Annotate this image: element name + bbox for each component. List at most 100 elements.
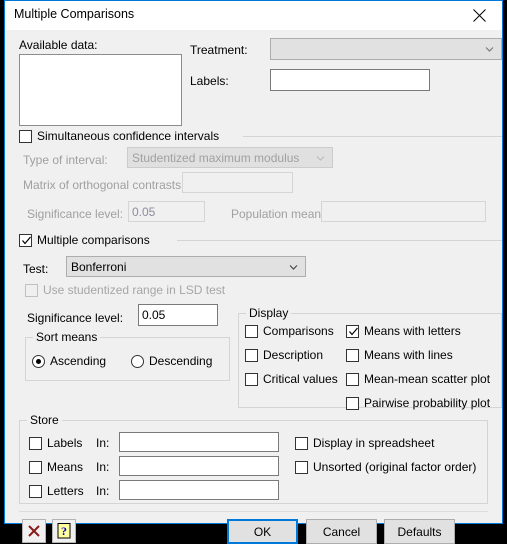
sort-means-ascending-label: Ascending <box>50 354 107 368</box>
ok-button[interactable]: OK <box>227 519 298 544</box>
display-description-label: Description <box>263 348 324 362</box>
treatment-label: Treatment: <box>190 43 248 57</box>
display-mean-mean-scatter-plot-label: Mean-mean scatter plot <box>364 372 491 386</box>
checkbox-box <box>29 484 42 498</box>
chevron-down-icon <box>316 153 325 162</box>
test-label: Test: <box>23 262 49 276</box>
help-icon-button[interactable]: ? <box>52 519 76 543</box>
display-comparisons-checkbox[interactable]: Comparisons <box>245 324 334 338</box>
display-critical-values-label: Critical values <box>263 372 338 386</box>
type-of-interval-value: Studentized maximum modulus <box>132 151 300 165</box>
sort-means-descending-radio[interactable]: Descending <box>131 354 212 368</box>
store-labels-label: Labels <box>47 436 83 450</box>
available-data-label: Available data: <box>19 38 98 52</box>
display-in-spreadsheet-label: Display in spreadsheet <box>313 436 435 450</box>
dialog-window: Multiple Comparisons Available data: Tre… <box>4 0 503 544</box>
checkbox-box <box>346 324 359 338</box>
radio-dot <box>36 358 41 364</box>
store-means-in-label: In: <box>96 460 110 474</box>
checkbox-box <box>346 372 359 386</box>
type-of-interval-label: Type of interval: <box>23 153 108 167</box>
display-comparisons-label: Comparisons <box>263 324 334 338</box>
matrix-contrasts-input <box>182 172 293 193</box>
checkbox-box <box>346 396 359 410</box>
store-labels-input[interactable] <box>119 432 279 452</box>
check-icon <box>348 326 359 337</box>
ci-significance-level-input: 0.05 <box>128 201 205 222</box>
checkbox-box <box>29 436 42 450</box>
display-pairwise-probability-plot-checkbox[interactable]: Pairwise probability plot <box>346 396 490 410</box>
checkbox-box <box>19 129 32 143</box>
display-pairwise-probability-plot-label: Pairwise probability plot <box>364 396 491 410</box>
labels-input[interactable] <box>270 69 430 91</box>
type-of-interval-combobox: Studentized maximum modulus <box>127 147 333 168</box>
defaults-button[interactable]: Defaults <box>384 519 455 544</box>
display-mean-mean-scatter-plot-checkbox[interactable]: Mean-mean scatter plot <box>346 372 490 386</box>
population-mean-input <box>321 201 486 222</box>
cancel-button[interactable]: Cancel <box>306 519 377 544</box>
chevron-down-icon <box>485 45 494 54</box>
store-letters-input[interactable] <box>119 480 279 500</box>
display-means-with-lines-checkbox[interactable]: Means with lines <box>346 348 453 362</box>
store-letters-in-label: In: <box>96 484 110 498</box>
sort-means-title: Sort means <box>33 330 101 344</box>
unsorted-original-factor-order-label: Unsorted (original factor order) <box>313 460 477 474</box>
unsorted-original-factor-order-checkbox[interactable]: Unsorted (original factor order) <box>295 460 476 474</box>
checkbox-box <box>295 460 308 474</box>
help-question-icon: ? <box>57 523 70 539</box>
store-title: Store <box>27 413 62 427</box>
footer-separator <box>19 511 488 512</box>
radio-circle <box>131 354 144 368</box>
svg-text:?: ? <box>61 524 67 538</box>
section-rule-confidence <box>243 136 502 137</box>
display-means-with-lines-label: Means with lines <box>364 348 453 362</box>
store-labels-checkbox[interactable]: Labels <box>29 436 82 450</box>
red-x-icon-button[interactable] <box>22 519 46 543</box>
store-labels-in-label: In: <box>96 436 110 450</box>
store-letters-label: Letters <box>47 484 84 498</box>
test-combobox[interactable]: Bonferroni <box>66 256 306 277</box>
sort-means-ascending-radio[interactable]: Ascending <box>32 354 106 368</box>
dialog-title: Multiple Comparisons <box>14 7 135 21</box>
checkbox-box <box>295 436 308 450</box>
treatment-combobox[interactable] <box>270 38 502 60</box>
use-studentized-range-checkbox: Use studentized range in LSD test <box>25 283 225 297</box>
dialog-body: Available data: Treatment: Labels: Simul… <box>5 30 502 544</box>
display-means-with-letters-label: Means with letters <box>364 324 461 338</box>
sort-means-descending-label: Descending <box>149 354 213 368</box>
simultaneous-confidence-intervals-checkbox[interactable]: Simultaneous confidence intervals <box>19 129 219 143</box>
checkbox-box <box>25 283 38 297</box>
use-studentized-range-label: Use studentized range in LSD test <box>43 283 226 297</box>
test-value: Bonferroni <box>71 260 127 274</box>
available-data-listbox[interactable] <box>19 54 182 126</box>
checkbox-box <box>245 324 258 338</box>
store-means-input[interactable] <box>119 456 279 476</box>
section-rule-multiple <box>177 240 502 241</box>
checkbox-box <box>245 372 258 386</box>
checkbox-box <box>19 233 32 247</box>
simultaneous-confidence-intervals-label: Simultaneous confidence intervals <box>37 129 220 143</box>
title-bar: Multiple Comparisons <box>5 1 502 31</box>
multiple-comparisons-label: Multiple comparisons <box>37 233 150 247</box>
labels-label: Labels: <box>190 74 229 88</box>
population-mean-label: Population mean: <box>231 207 325 221</box>
checkbox-box <box>29 460 42 474</box>
display-in-spreadsheet-checkbox[interactable]: Display in spreadsheet <box>295 436 434 450</box>
display-critical-values-checkbox[interactable]: Critical values <box>245 372 338 386</box>
checkbox-box <box>346 348 359 362</box>
display-description-checkbox[interactable]: Description <box>245 348 323 362</box>
close-icon[interactable] <box>456 1 502 30</box>
radio-circle <box>32 354 45 368</box>
red-x-icon <box>28 525 40 537</box>
store-means-checkbox[interactable]: Means <box>29 460 83 474</box>
chevron-down-icon <box>289 262 298 271</box>
display-means-with-letters-checkbox[interactable]: Means with letters <box>346 324 461 338</box>
mc-significance-level-label: Significance level: <box>27 311 124 325</box>
ci-significance-level-label: Significance level: <box>27 207 124 221</box>
store-means-label: Means <box>47 460 84 474</box>
mc-significance-level-input[interactable]: 0.05 <box>138 304 218 326</box>
store-letters-checkbox[interactable]: Letters <box>29 484 84 498</box>
matrix-contrasts-label: Matrix of orthogonal contrasts: <box>23 178 185 192</box>
multiple-comparisons-checkbox[interactable]: Multiple comparisons <box>19 233 150 247</box>
checkbox-box <box>245 348 258 362</box>
